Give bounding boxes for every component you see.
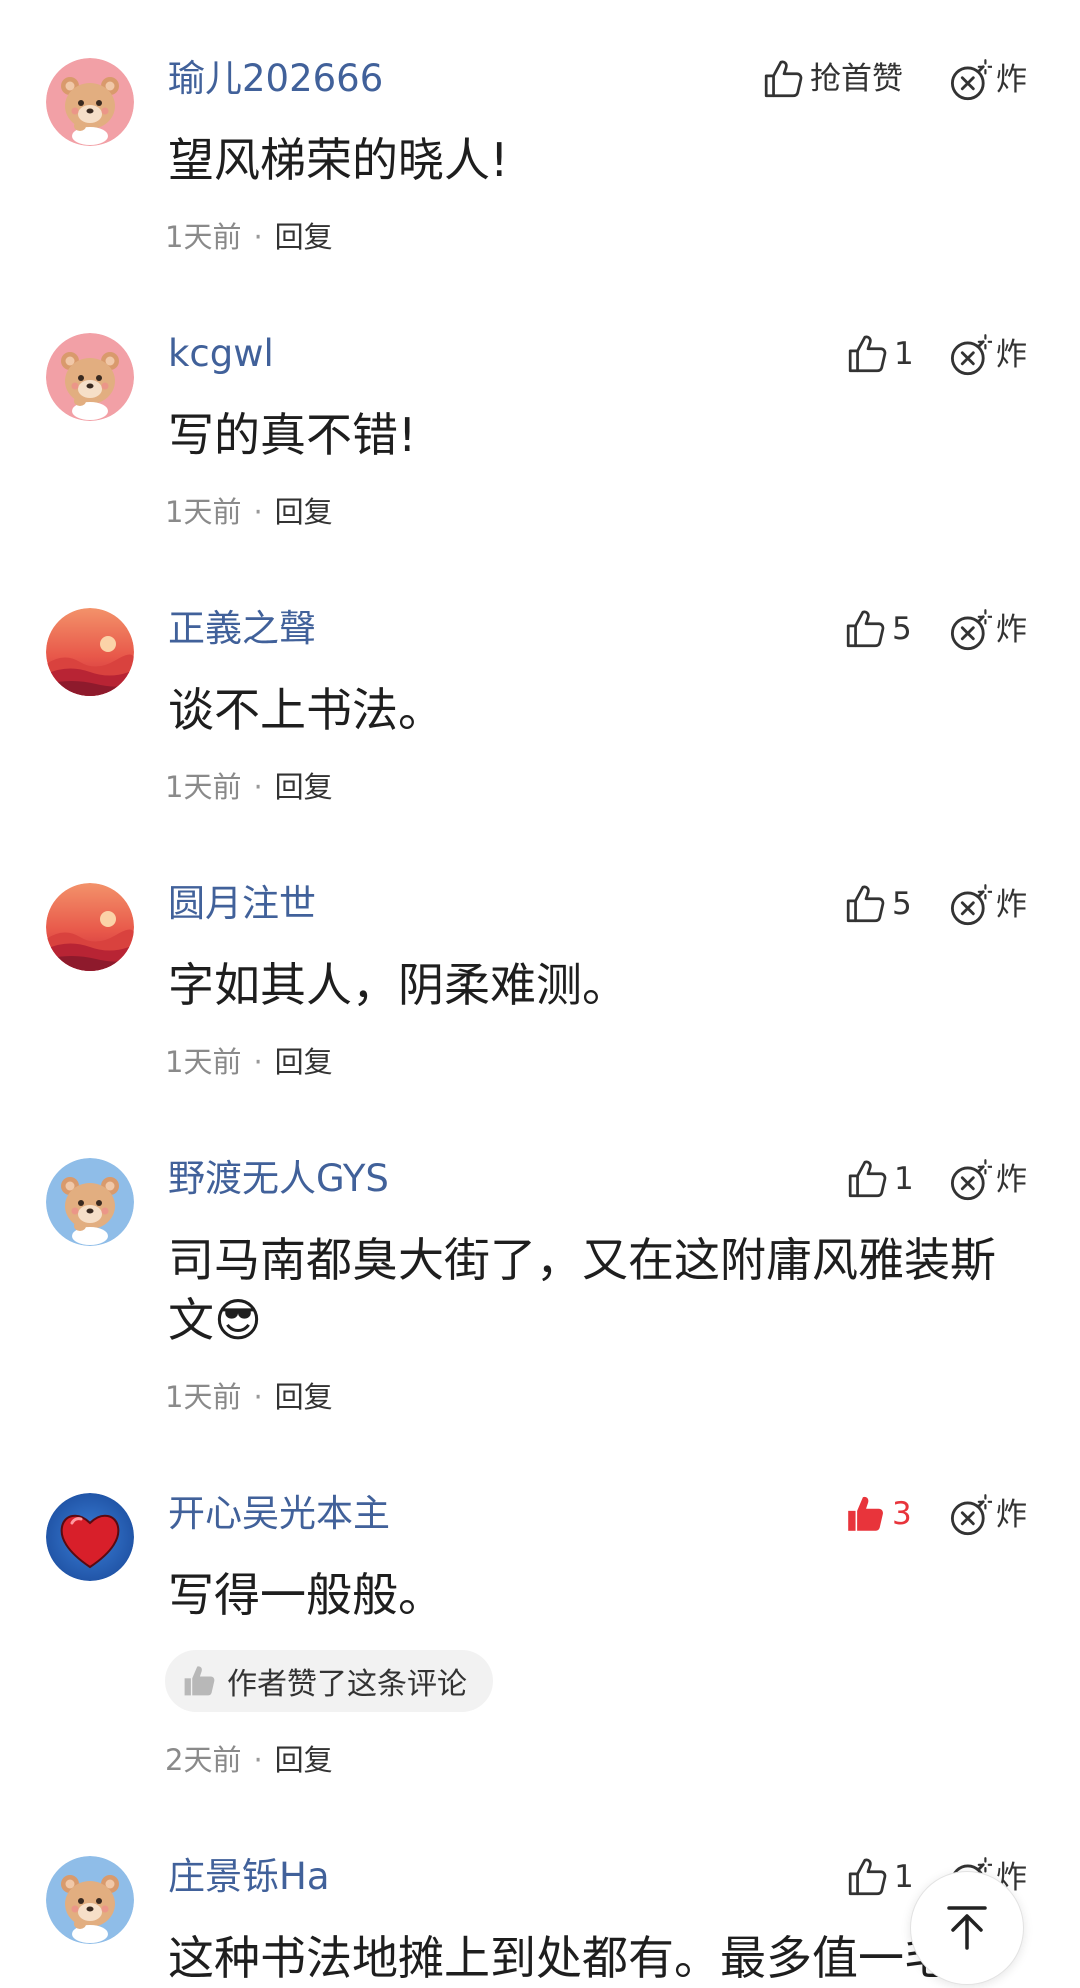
separator-dot: · [253, 1045, 263, 1079]
comment-text: 字如其人，阴柔难测。 [168, 958, 628, 1012]
avatar[interactable] [46, 608, 134, 696]
separator-dot: · [253, 1743, 263, 1777]
comment-time: 1天前 [165, 770, 242, 804]
username[interactable]: 野渡无人GYS [168, 1160, 389, 1197]
comment-text: 谈不上书法。 [168, 683, 444, 737]
username[interactable]: 圆月注世 [168, 885, 316, 922]
comment-meta: 1天前 · 回复 [165, 773, 333, 802]
bear-avatar-icon [46, 58, 134, 146]
thumbs-up-icon [844, 608, 886, 650]
thumbs-up-icon [762, 58, 804, 100]
like-count: 5 [892, 885, 912, 922]
like-count: 5 [892, 610, 912, 647]
bomb-icon [948, 333, 992, 377]
comment-meta: 2天前 · 回复 [165, 1746, 333, 1775]
avatar[interactable] [46, 1493, 134, 1581]
thumbs-up-icon [846, 333, 888, 375]
comment-text: 望风梯荣的晓人! [168, 133, 509, 187]
thumbs-up-icon [846, 1158, 888, 1200]
bomb-button[interactable]: 炸 [948, 58, 1027, 102]
comment-text: 这种书法地摊上到处都有。最多值一毛 [168, 1931, 950, 1985]
reply-link[interactable]: 回复 [275, 495, 333, 529]
like-count: 1 [894, 1858, 914, 1895]
bomb-label: 炸 [996, 611, 1027, 648]
comment-time: 1天前 [165, 495, 242, 529]
comment-time: 1天前 [165, 1045, 242, 1079]
username[interactable]: 开心吴光本主 [168, 1495, 390, 1532]
thumbs-up-icon [846, 1856, 888, 1898]
bomb-button[interactable]: 炸 [948, 608, 1027, 652]
bomb-label: 炸 [996, 61, 1027, 98]
reply-link[interactable]: 回复 [275, 1743, 333, 1777]
comment-meta: 1天前 · 回复 [165, 498, 333, 527]
separator-dot: · [253, 495, 263, 529]
avatar[interactable] [46, 58, 134, 146]
bomb-icon [948, 883, 992, 927]
like-count: 1 [894, 1160, 914, 1197]
thumbs-up-icon [181, 1663, 217, 1699]
avatar[interactable] [46, 1856, 134, 1944]
bomb-button[interactable]: 炸 [948, 883, 1027, 927]
bomb-label: 炸 [996, 336, 1027, 373]
author-badge-label: 作者赞了这条评论 [227, 1667, 467, 1702]
bear-avatar-icon [46, 333, 134, 421]
author-liked-badge: 作者赞了这条评论 [165, 1650, 493, 1712]
comment-time: 2天前 [165, 1743, 242, 1777]
like-button[interactable]: 5 [844, 883, 912, 925]
bomb-icon [948, 1158, 992, 1202]
bear-avatar-icon [46, 1856, 134, 1944]
like-count: 1 [894, 335, 914, 372]
bomb-label: 炸 [996, 886, 1027, 923]
comment-text: 写得一般般。 [168, 1568, 444, 1622]
sunset-avatar-icon [46, 883, 134, 971]
back-to-top-button[interactable] [910, 1871, 1024, 1985]
bomb-button[interactable]: 炸 [948, 333, 1027, 377]
separator-dot: · [253, 1380, 263, 1414]
like-button[interactable]: 抢首赞 [762, 58, 903, 100]
separator-dot: · [253, 220, 263, 254]
like-button[interactable]: 1 [846, 1158, 914, 1200]
reply-link[interactable]: 回复 [275, 220, 333, 254]
thumbs-up-icon [844, 883, 886, 925]
comment-time: 1天前 [165, 220, 242, 254]
username[interactable]: kcgwl [168, 335, 274, 372]
bear-avatar-icon [46, 1158, 134, 1246]
comment-time: 1天前 [165, 1380, 242, 1414]
like-button[interactable]: 1 [846, 333, 914, 375]
comment-meta: 1天前 · 回复 [165, 223, 333, 252]
comment-text: 写的真不错! [168, 408, 417, 462]
separator-dot: · [253, 770, 263, 804]
like-label: 抢首赞 [810, 60, 903, 97]
bomb-label: 炸 [996, 1161, 1027, 1198]
bomb-button[interactable]: 炸 [948, 1158, 1027, 1202]
comment-meta: 1天前 · 回复 [165, 1383, 333, 1412]
username[interactable]: 庄景铄Ha [168, 1858, 330, 1895]
avatar[interactable] [46, 883, 134, 971]
comment-text: 司马南都臭大街了，又在这附庸风雅装斯文😎 [168, 1233, 996, 1347]
heart-avatar-icon [46, 1493, 134, 1581]
thumbs-up-filled-icon [844, 1493, 886, 1535]
username[interactable]: 瑜儿202666 [168, 60, 383, 97]
avatar[interactable] [46, 333, 134, 421]
like-count: 3 [892, 1495, 912, 1532]
bomb-icon [948, 608, 992, 652]
reply-link[interactable]: 回复 [275, 1380, 333, 1414]
bomb-icon [948, 1493, 992, 1537]
bomb-label: 炸 [996, 1496, 1027, 1533]
reply-link[interactable]: 回复 [275, 1045, 333, 1079]
reply-link[interactable]: 回复 [275, 770, 333, 804]
back-to-top-icon [947, 1906, 987, 1950]
bomb-button[interactable]: 炸 [948, 1493, 1027, 1537]
like-button[interactable]: 1 [846, 1856, 914, 1898]
like-button[interactable]: 3 [844, 1493, 912, 1535]
bomb-icon [948, 58, 992, 102]
avatar[interactable] [46, 1158, 134, 1246]
comment-meta: 1天前 · 回复 [165, 1048, 333, 1077]
like-button[interactable]: 5 [844, 608, 912, 650]
sunset-avatar-icon [46, 608, 134, 696]
username[interactable]: 正義之聲 [168, 610, 316, 647]
